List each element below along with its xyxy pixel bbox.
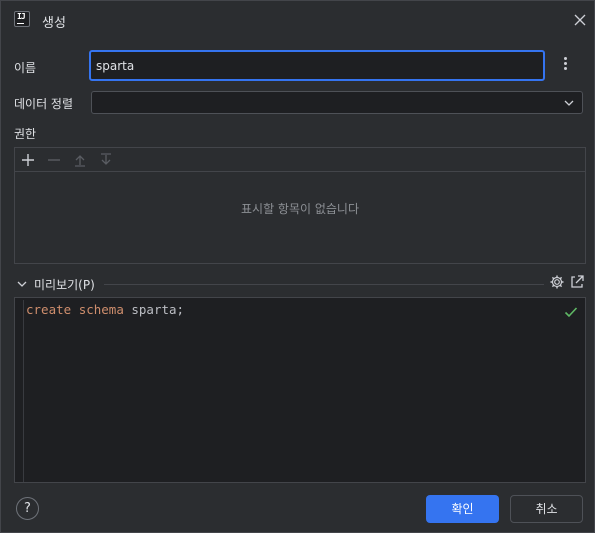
chevron-down-icon	[564, 100, 574, 106]
help-button[interactable]: ?	[16, 497, 39, 520]
move-up-icon[interactable]	[71, 151, 89, 169]
preview-header: 미리보기(P)	[14, 274, 586, 294]
code-token: sparta;	[123, 302, 185, 317]
cancel-button[interactable]: 취소	[510, 495, 583, 523]
remove-icon[interactable]	[45, 151, 63, 169]
gear-icon[interactable]	[549, 274, 565, 290]
dialog-title: 생성	[42, 16, 66, 31]
editor-gutter	[23, 300, 24, 482]
add-icon[interactable]	[19, 151, 37, 169]
code-token: schema	[78, 302, 124, 317]
sql-code: create schema sparta;	[26, 302, 184, 317]
title-bar: IJ 생성	[1, 1, 594, 39]
name-label: 이름	[14, 61, 37, 75]
more-options-icon[interactable]	[557, 56, 573, 74]
open-in-editor-icon[interactable]	[569, 274, 585, 290]
permissions-empty-text: 표시할 항목이 없습니다	[240, 202, 360, 216]
permissions-toolbar	[15, 148, 585, 172]
app-icon: IJ	[14, 11, 30, 27]
name-input[interactable]	[89, 50, 545, 81]
collation-select[interactable]	[91, 91, 583, 114]
preview-label[interactable]: 미리보기(P)	[34, 276, 95, 293]
close-icon[interactable]	[571, 11, 589, 29]
chevron-down-icon[interactable]	[16, 278, 28, 290]
ok-button[interactable]: 확인	[426, 495, 499, 523]
move-down-icon[interactable]	[97, 151, 115, 169]
sql-preview-editor[interactable]: create schema sparta;	[14, 297, 586, 483]
preview-divider	[104, 284, 544, 285]
permissions-panel: 표시할 항목이 없습니다	[14, 147, 586, 264]
create-schema-dialog: IJ 생성 이름 데이터 정렬 권한 표시할 항목이 없습니다	[0, 0, 595, 533]
permissions-label: 권한	[14, 127, 37, 141]
collation-label: 데이터 정렬	[14, 97, 74, 111]
checkmark-icon	[564, 307, 578, 318]
code-token: create	[26, 302, 72, 317]
